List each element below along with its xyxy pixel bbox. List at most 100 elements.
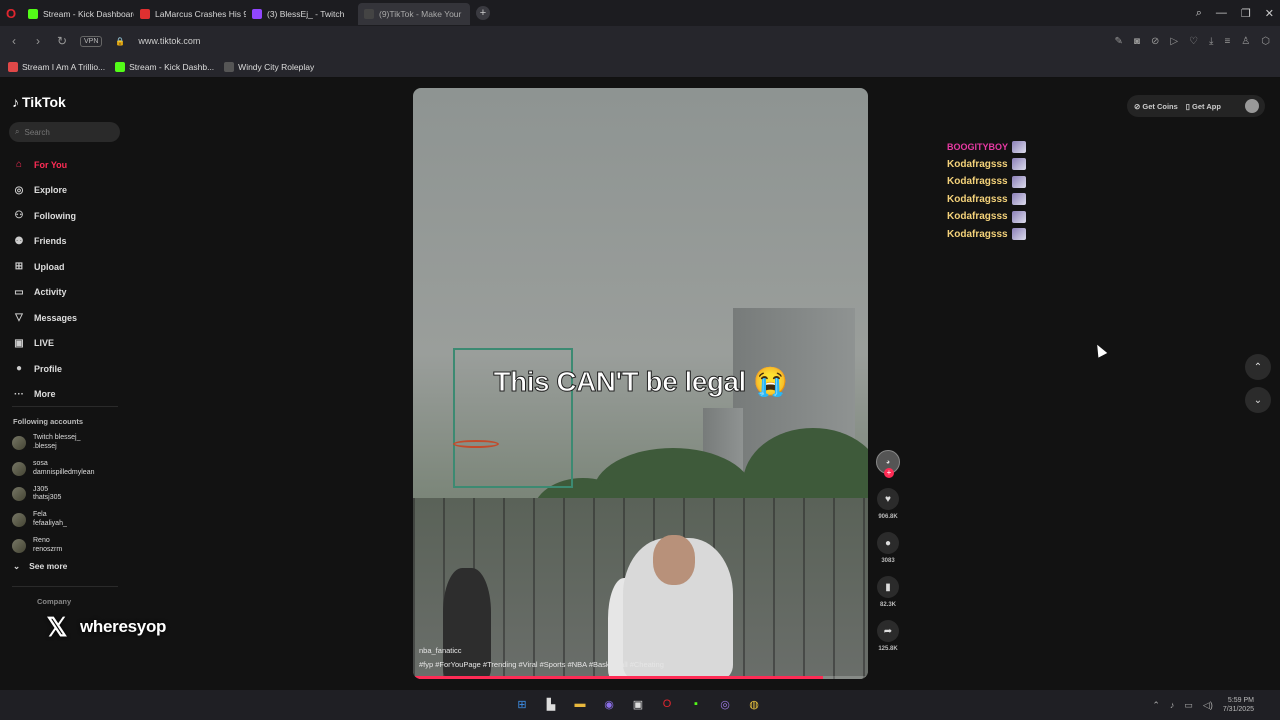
following-account-item[interactable]: Reno renoszrm [12, 533, 94, 559]
account-username: fefaaliyah_ [33, 519, 67, 527]
get-coins-button[interactable]: ⊘ Get Coins [1134, 102, 1178, 111]
browser-tab[interactable]: LaMarcus Crashes His 950 [134, 3, 246, 25]
sidebar-item-more[interactable]: ··· More [12, 382, 122, 408]
video-progress-bar[interactable] [413, 676, 868, 679]
sidebar-item-live[interactable]: ▣ LIVE [12, 331, 122, 357]
back-button[interactable]: ‹ [8, 34, 20, 48]
search-input[interactable]: ⌕ Search [9, 122, 120, 142]
opera-icon[interactable]: O [657, 694, 677, 714]
adblock-icon[interactable]: ⊘ [1151, 36, 1159, 47]
discord-icon[interactable]: ◉ [599, 694, 619, 714]
bookmark-icon[interactable]: ▮ [877, 576, 899, 598]
sidebar-item-explore[interactable]: ◎ Explore [12, 178, 122, 204]
edit-icon[interactable]: ✎ [1115, 36, 1123, 47]
user-avatar[interactable] [1245, 99, 1259, 113]
sidebar-item-following[interactable]: ⚇ Following [12, 203, 122, 229]
extensions-icon[interactable]: ⬡ [1261, 36, 1270, 47]
browser-tab[interactable]: (9)TikTok - Make Your [358, 3, 470, 25]
restore-button[interactable]: ❐ [1241, 7, 1251, 20]
new-tab-button[interactable]: + [476, 6, 490, 20]
comment-count: 3083 [881, 558, 895, 564]
microphone-icon[interactable]: ♪ [1170, 700, 1175, 710]
following-account-item[interactable]: J305 thatsj305 [12, 481, 94, 507]
video-username[interactable]: nba_fanaticc [419, 646, 462, 655]
account-display-name: J305 [33, 485, 49, 493]
bookmark-label: Stream - Kick Dashb... [129, 61, 215, 72]
file-manager-icon[interactable]: ▙ [541, 694, 561, 714]
monitor-icon[interactable]: ▭ [1184, 700, 1193, 711]
bookmark-item[interactable]: Stream I Am A Trillio... [8, 61, 105, 72]
system-tray: ⌃ ♪ ▭ ◁) 5:59 PM 7/31/2025 [1152, 690, 1254, 720]
tab-favicon-icon [28, 9, 38, 19]
save-action[interactable]: ▮ 82.3K [876, 576, 900, 608]
sidebar-item-for-you[interactable]: ⌂ For You [12, 152, 122, 178]
obs-icon[interactable]: ◎ [715, 694, 735, 714]
video-person-head [653, 535, 695, 585]
home-icon: ⌂ [15, 159, 23, 171]
minimize-button[interactable]: — [1216, 7, 1227, 19]
sidebar-item-messages[interactable]: ▽ Messages [12, 305, 122, 331]
download-icon[interactable]: ⤓ [1209, 36, 1213, 47]
sidebar-item-friends[interactable]: ⚉ Friends [12, 229, 122, 255]
company-link[interactable]: Company [37, 597, 71, 606]
following-account-item[interactable]: sosa damnispilledmylean [12, 456, 94, 482]
sidebar-item-activity[interactable]: ▭ Activity [12, 280, 122, 306]
sidebar-divider [12, 586, 118, 587]
opera-logo-icon[interactable]: O [0, 0, 22, 26]
windows-start-icon[interactable]: ⊞ [512, 694, 532, 714]
chrome-icon[interactable]: ◍ [744, 694, 764, 714]
lock-icon[interactable]: 🔒 [114, 37, 126, 46]
sidebar-item-label: For You [34, 159, 68, 170]
creator-avatar[interactable]: ◕ + [876, 450, 900, 478]
tiktok-logo[interactable]: ♪ TikTok [12, 94, 66, 110]
browser-tab[interactable]: Stream - Kick Dashboard [22, 3, 134, 25]
taskbar-clock[interactable]: 5:59 PM 7/31/2025 [1223, 696, 1254, 714]
heart-icon[interactable]: ♡ [1189, 36, 1198, 47]
comment-icon[interactable]: ● [877, 532, 899, 554]
search-placeholder: Search [24, 127, 50, 137]
get-app-button[interactable]: ▯ Get App [1186, 102, 1221, 111]
sidebar-item-profile[interactable]: ● Profile [12, 356, 122, 382]
kick-icon[interactable]: ▪ [686, 694, 706, 714]
camera-icon[interactable]: ◙ [1134, 36, 1140, 47]
share-action[interactable]: ➦ 125.8K [876, 620, 900, 652]
tab-favicon-icon [364, 9, 374, 19]
video-player[interactable]: This CAN'T be legal 😭 nba_fanaticc #fyp … [413, 88, 868, 679]
close-button[interactable]: ✕ [1265, 7, 1274, 20]
bookmark-item[interactable]: Stream - Kick Dashb... [115, 61, 215, 72]
x-handle: wheresyop [80, 617, 167, 636]
profile-icon[interactable]: ♙ [1241, 36, 1250, 47]
heart-icon[interactable]: ♥ [877, 488, 899, 510]
like-count: 906.8K [878, 514, 898, 520]
sidebar-item-label: Activity [34, 287, 67, 298]
like-action[interactable]: ♥ 906.8K [876, 488, 900, 520]
next-video-button[interactable]: ⌄ [1245, 387, 1271, 413]
following-account-item[interactable]: Twitch blessej_ .blessej [12, 430, 94, 456]
share-icon[interactable]: ➦ [877, 620, 899, 642]
tray-chevron-icon[interactable]: ⌃ [1152, 700, 1160, 711]
vpn-badge[interactable]: VPN [80, 35, 103, 47]
previous-video-button[interactable]: ⌃ [1245, 354, 1271, 380]
folder-icon[interactable]: ▬ [570, 694, 590, 714]
see-more-button[interactable]: ⌄ See more [13, 561, 67, 572]
friends-icon: ⚉ [14, 235, 24, 247]
video-hashtags[interactable]: #fyp #ForYouPage #Trending #Viral #Sport… [419, 660, 664, 669]
menu-icon[interactable]: ≡ [1224, 36, 1230, 47]
sidebar-item-label: Profile [34, 363, 63, 374]
terminal-icon[interactable]: ▣ [628, 694, 648, 714]
x-logo-icon: 𝕏 [46, 611, 68, 642]
browser-tab[interactable]: (3) BlessEj_ - Twitch [246, 3, 358, 25]
volume-icon[interactable]: ◁) [1203, 700, 1213, 711]
reload-button[interactable]: ↻ [56, 34, 68, 48]
player-icon[interactable]: ▷ [1170, 36, 1178, 47]
bookmark-item[interactable]: Windy City Roleplay [224, 61, 315, 72]
search-icon[interactable]: ⌕ [1196, 7, 1202, 20]
bookmark-label: Windy City Roleplay [238, 61, 315, 72]
following-account-item[interactable]: Fela fefaaliyah_ [12, 507, 94, 533]
forward-button[interactable]: › [32, 34, 44, 48]
follow-plus-icon[interactable]: + [884, 468, 894, 478]
windows-taskbar: ⊞ ▙ ▬ ◉ ▣ O ▪ ◎ ◍ ⌃ ♪ ▭ ◁) 5:59 PM 7/31/… [0, 690, 1280, 720]
url-field[interactable]: www.tiktok.com [138, 36, 200, 46]
sidebar-item-upload[interactable]: ⊞ Upload [12, 254, 122, 280]
comment-action[interactable]: ● 3083 [876, 532, 900, 564]
